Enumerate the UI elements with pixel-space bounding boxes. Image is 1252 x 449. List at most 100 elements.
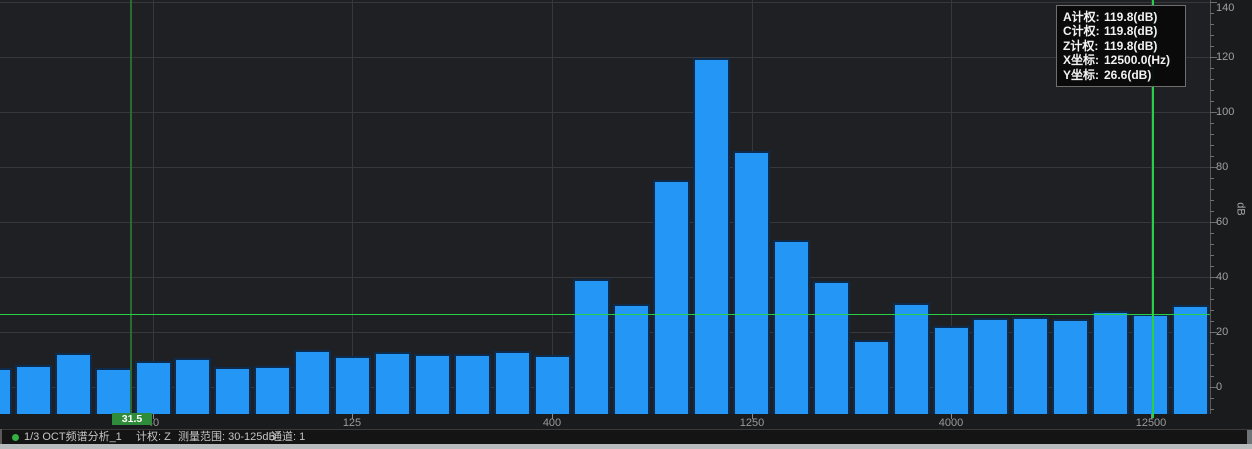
spectrum-bar-630hz[interactable] (613, 304, 650, 414)
y-minor-tick (1210, 156, 1214, 157)
tooltip-value: 26.6(dB) (1104, 68, 1151, 82)
y-minor-tick (1210, 244, 1214, 245)
spectrum-bar-25hz[interactable] (55, 353, 92, 414)
y-minor-tick (1210, 178, 1214, 179)
spectrum-bar-63hz[interactable] (214, 367, 251, 414)
y-tick-label: 120 (1216, 51, 1234, 63)
spectrum-bar-50hz[interactable] (174, 358, 211, 414)
window-bottom-edge (0, 444, 1252, 449)
channel-active-dot-icon (12, 434, 19, 441)
x-tick-label: 12500 (1119, 417, 1183, 429)
spectrum-bar-1600hz[interactable] (773, 240, 810, 414)
y-minor-tick (1210, 266, 1214, 267)
y-tick-label: 20 (1216, 326, 1228, 338)
tooltip-row-c-weight: C计权:119.8(dB) (1063, 24, 1179, 38)
tooltip-row-y-coord: Y坐标:26.6(dB) (1063, 68, 1179, 82)
h-gridline (0, 57, 1210, 58)
spectrum-bar-5000hz[interactable] (972, 318, 1009, 414)
tooltip-label: Z计权: (1063, 39, 1104, 53)
tooltip-value: 119.8(dB) (1104, 24, 1157, 38)
v-gridline (552, 0, 553, 414)
spectrum-bar-20hz[interactable] (15, 365, 52, 414)
spectrum-bar-100hz[interactable] (294, 350, 331, 414)
y-tick-label: 60 (1216, 216, 1228, 228)
h-gridline (0, 2, 1210, 3)
spectrum-bar-200hz[interactable] (414, 354, 451, 414)
x-tick-label: 400 (520, 417, 584, 429)
y-axis-unit-label: dB (1235, 202, 1247, 215)
y-minor-tick (1210, 255, 1214, 256)
spectrum-bar-80hz[interactable] (254, 366, 291, 414)
spectrum-bar-800hz[interactable] (653, 180, 690, 414)
y-minor-tick (1210, 46, 1214, 47)
y-minor-tick (1210, 365, 1214, 366)
spectrum-bar-31.5hz[interactable] (95, 368, 132, 414)
status-weighting: 计权: Z (136, 431, 171, 444)
h-gridline (0, 222, 1210, 223)
spectrum-chart-plot-area[interactable] (0, 0, 1210, 414)
y-minor-tick (1210, 13, 1214, 14)
status-measure-range: 测量范围: 30-125dB (178, 431, 276, 444)
x-tick-label: 4000 (919, 417, 983, 429)
spectrum-bar-400hz[interactable] (534, 355, 571, 414)
status-bar: 1/3 OCT频谱分析_1 计权: Z 测量范围: 30-125dB 通道: 1 (0, 429, 1252, 445)
spectrum-bar-1000hz[interactable] (693, 58, 730, 414)
spectrum-bar-500hz[interactable] (573, 279, 610, 414)
y-minor-tick (1210, 211, 1214, 212)
y-tick-label: 0 (1216, 381, 1222, 393)
y-minor-tick (1210, 24, 1214, 25)
tooltip-label: A计权: (1063, 10, 1104, 24)
active-cursor-horizontal-line[interactable] (0, 314, 1210, 315)
secondary-cursor-frequency-badge[interactable]: 31.5 (112, 413, 152, 425)
y-minor-tick (1210, 288, 1214, 289)
secondary-cursor-line[interactable] (130, 0, 132, 414)
spectrum-bar-3150hz[interactable] (893, 303, 930, 414)
spectrum-bar-2500hz[interactable] (853, 340, 890, 414)
spectrum-bar-40hz[interactable] (135, 361, 172, 414)
y-tick-label: 40 (1216, 271, 1228, 283)
h-gridline (0, 112, 1210, 113)
h-gridline (0, 277, 1210, 278)
y-tick-label: 140 (1216, 2, 1234, 14)
status-measurement-title: 1/3 OCT频谱分析_1 (24, 431, 122, 444)
y-minor-tick (1210, 90, 1214, 91)
spectrum-bar-6300hz[interactable] (1012, 317, 1049, 414)
y-minor-tick (1210, 123, 1214, 124)
status-channel: 通道: 1 (271, 431, 305, 444)
spectrum-bar-315hz[interactable] (494, 351, 531, 414)
v-gridline (153, 0, 154, 414)
tooltip-value: 12500.0(Hz) (1104, 53, 1170, 67)
spectrum-bar-2000hz[interactable] (813, 281, 850, 414)
y-minor-tick (1210, 68, 1214, 69)
spectrum-bar-10000hz[interactable] (1092, 311, 1129, 414)
tooltip-row-a-weight: A计权:119.8(dB) (1063, 10, 1179, 24)
y-minor-tick (1210, 398, 1214, 399)
spectrum-bar-160hz[interactable] (374, 352, 411, 414)
cursor-readout-tooltip: A计权:119.8(dB) C计权:119.8(dB) Z计权:119.8(dB… (1056, 5, 1186, 87)
tooltip-label: X坐标: (1063, 53, 1104, 67)
y-minor-tick (1210, 134, 1214, 135)
spectrum-bar-16hz[interactable] (0, 368, 12, 414)
y-minor-tick (1210, 233, 1214, 234)
y-minor-tick (1210, 354, 1214, 355)
tooltip-label: Y坐标: (1063, 68, 1104, 82)
y-minor-tick (1210, 299, 1214, 300)
y-minor-tick (1210, 409, 1214, 410)
y-minor-tick (1210, 145, 1214, 146)
tooltip-label: C计权: (1063, 24, 1104, 38)
spectrum-bar-4000hz[interactable] (933, 326, 970, 414)
h-gridline (0, 167, 1210, 168)
x-tick-label: 1250 (720, 417, 784, 429)
spectrum-bar-250hz[interactable] (454, 354, 491, 414)
y-minor-tick (1210, 35, 1214, 36)
tooltip-value: 119.8(dB) (1104, 10, 1157, 24)
y-minor-tick (1210, 79, 1214, 80)
y-tick-label: 80 (1216, 161, 1228, 173)
spectrum-bar-1250hz[interactable] (733, 151, 770, 414)
y-axis-line (1210, 0, 1211, 414)
spectrum-bar-8000hz[interactable] (1052, 319, 1089, 414)
y-minor-tick (1210, 310, 1214, 311)
spectrum-bar-125hz[interactable] (334, 356, 371, 414)
spectrum-bar-12500hz[interactable] (1132, 314, 1169, 414)
spectrum-bar-16000hz[interactable] (1172, 305, 1209, 414)
